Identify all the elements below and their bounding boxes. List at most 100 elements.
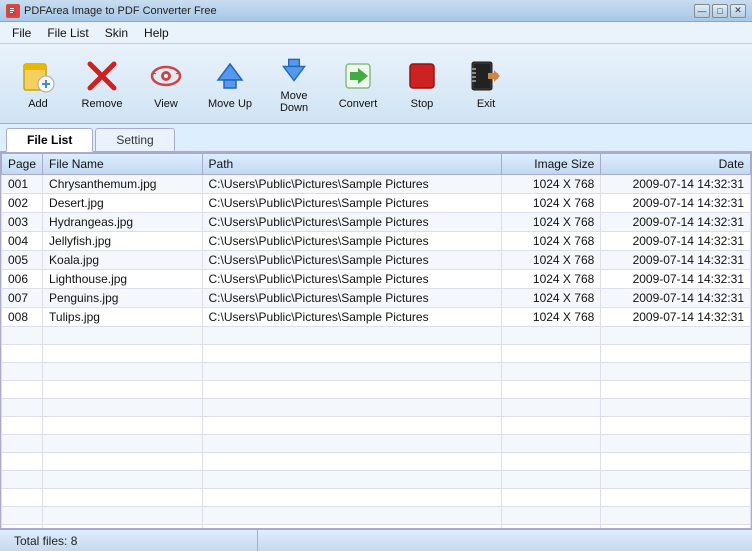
view-label: View [154, 98, 178, 110]
cell-path: C:\Users\Public\Pictures\Sample Pictures [202, 289, 501, 308]
view-button[interactable]: View [136, 49, 196, 119]
cell-filename: Penguins.jpg [43, 289, 202, 308]
table-empty-row [2, 399, 751, 417]
move-down-icon [276, 54, 312, 86]
cell-path: C:\Users\Public\Pictures\Sample Pictures [202, 308, 501, 327]
col-path: Path [202, 154, 501, 175]
table-empty-row [2, 453, 751, 471]
cell-page: 003 [2, 213, 43, 232]
window-controls: — □ ✕ [694, 4, 746, 18]
cell-page: 001 [2, 175, 43, 194]
cell-size: 1024 X 768 [501, 308, 601, 327]
table-empty-row [2, 381, 751, 399]
col-filename: File Name [43, 154, 202, 175]
cell-date: 2009-07-14 14:32:31 [601, 232, 751, 251]
cell-size: 1024 X 768 [501, 270, 601, 289]
cell-path: C:\Users\Public\Pictures\Sample Pictures [202, 232, 501, 251]
col-size: Image Size [501, 154, 601, 175]
stop-button[interactable]: Stop [392, 49, 452, 119]
cell-size: 1024 X 768 [501, 194, 601, 213]
tab-file-list[interactable]: File List [6, 128, 93, 152]
status-panel-2 [258, 530, 744, 551]
cell-date: 2009-07-14 14:32:31 [601, 194, 751, 213]
cell-page: 005 [2, 251, 43, 270]
app-window: PDFArea Image to PDF Converter Free — □ … [0, 0, 752, 551]
remove-button[interactable]: Remove [72, 49, 132, 119]
cell-path: C:\Users\Public\Pictures\Sample Pictures [202, 213, 501, 232]
maximize-button[interactable]: □ [712, 4, 728, 18]
tabs-bar: File List Setting [0, 124, 752, 152]
menu-help[interactable]: Help [136, 24, 177, 42]
title-bar: PDFArea Image to PDF Converter Free — □ … [0, 0, 752, 22]
remove-icon [84, 58, 120, 94]
cell-size: 1024 X 768 [501, 232, 601, 251]
window-title: PDFArea Image to PDF Converter Free [24, 5, 694, 17]
cell-size: 1024 X 768 [501, 251, 601, 270]
status-bar: Total files: 8 [0, 529, 752, 551]
table-empty-row [2, 327, 751, 345]
table-row[interactable]: 006 Lighthouse.jpg C:\Users\Public\Pictu… [2, 270, 751, 289]
cell-date: 2009-07-14 14:32:31 [601, 270, 751, 289]
cell-filename: Jellyfish.jpg [43, 232, 202, 251]
move-up-button[interactable]: Move Up [200, 49, 260, 119]
cell-date: 2009-07-14 14:32:31 [601, 175, 751, 194]
add-icon [20, 58, 56, 94]
col-date: Date [601, 154, 751, 175]
cell-filename: Hydrangeas.jpg [43, 213, 202, 232]
file-list-section: Page File Name Path Image Size Date 001 … [0, 152, 752, 529]
cell-size: 1024 X 768 [501, 289, 601, 308]
cell-path: C:\Users\Public\Pictures\Sample Pictures [202, 194, 501, 213]
minimize-button[interactable]: — [694, 4, 710, 18]
exit-label: Exit [477, 98, 495, 110]
table-row[interactable]: 007 Penguins.jpg C:\Users\Public\Picture… [2, 289, 751, 308]
add-button[interactable]: Add [8, 49, 68, 119]
cell-size: 1024 X 768 [501, 213, 601, 232]
table-empty-row [2, 507, 751, 525]
close-button[interactable]: ✕ [730, 4, 746, 18]
table-row[interactable]: 005 Koala.jpg C:\Users\Public\Pictures\S… [2, 251, 751, 270]
cell-filename: Desert.jpg [43, 194, 202, 213]
stop-icon [404, 58, 440, 94]
tab-setting[interactable]: Setting [95, 128, 174, 151]
cell-path: C:\Users\Public\Pictures\Sample Pictures [202, 251, 501, 270]
table-header-row: Page File Name Path Image Size Date [2, 154, 751, 175]
cell-date: 2009-07-14 14:32:31 [601, 213, 751, 232]
table-row[interactable]: 003 Hydrangeas.jpg C:\Users\Public\Pictu… [2, 213, 751, 232]
table-empty-row [2, 417, 751, 435]
table-empty-row [2, 363, 751, 381]
exit-icon [468, 58, 504, 94]
file-table-container: Page File Name Path Image Size Date 001 … [0, 152, 752, 529]
menu-filelist[interactable]: File List [39, 24, 96, 42]
cell-date: 2009-07-14 14:32:31 [601, 251, 751, 270]
convert-button[interactable]: Convert [328, 49, 388, 119]
convert-label: Convert [339, 98, 378, 110]
cell-path: C:\Users\Public\Pictures\Sample Pictures [202, 270, 501, 289]
app-icon [6, 4, 20, 18]
table-row[interactable]: 004 Jellyfish.jpg C:\Users\Public\Pictur… [2, 232, 751, 251]
table-row[interactable]: 001 Chrysanthemum.jpg C:\Users\Public\Pi… [2, 175, 751, 194]
move-up-icon [212, 58, 248, 94]
cell-page: 006 [2, 270, 43, 289]
table-empty-row [2, 345, 751, 363]
status-total-files: Total files: 8 [8, 530, 258, 551]
cell-size: 1024 X 768 [501, 175, 601, 194]
exit-button[interactable]: Exit [456, 49, 516, 119]
move-down-button[interactable]: Move Down [264, 49, 324, 119]
cell-path: C:\Users\Public\Pictures\Sample Pictures [202, 175, 501, 194]
table-row[interactable]: 002 Desert.jpg C:\Users\Public\Pictures\… [2, 194, 751, 213]
move-down-label: Move Down [269, 90, 319, 114]
add-label: Add [28, 98, 48, 110]
convert-icon [340, 58, 376, 94]
table-empty-row [2, 471, 751, 489]
menu-skin[interactable]: Skin [97, 24, 136, 42]
file-table: Page File Name Path Image Size Date 001 … [1, 153, 751, 529]
menu-file[interactable]: File [4, 24, 39, 42]
cell-filename: Koala.jpg [43, 251, 202, 270]
table-empty-row [2, 435, 751, 453]
table-row[interactable]: 008 Tulips.jpg C:\Users\Public\Pictures\… [2, 308, 751, 327]
stop-label: Stop [411, 98, 434, 110]
cell-page: 002 [2, 194, 43, 213]
cell-page: 004 [2, 232, 43, 251]
cell-filename: Chrysanthemum.jpg [43, 175, 202, 194]
menu-bar: File File List Skin Help [0, 22, 752, 44]
